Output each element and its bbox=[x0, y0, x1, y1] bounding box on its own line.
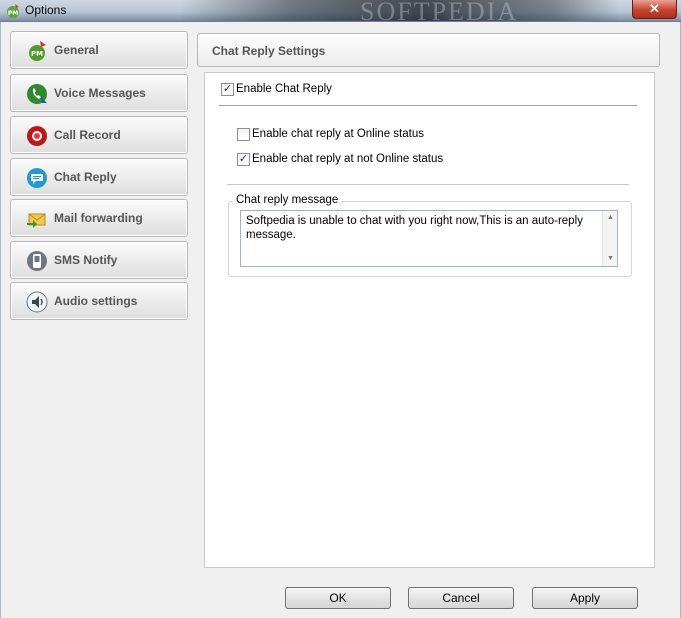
divider bbox=[227, 184, 629, 185]
scroll-up-icon[interactable]: ▲ bbox=[603, 211, 618, 225]
not-online-status-label[interactable]: Enable chat reply at not Online status bbox=[252, 153, 443, 165]
general-pm-icon: PM bbox=[29, 41, 46, 61]
divider bbox=[219, 105, 637, 106]
sidebar-item-label: General bbox=[54, 43, 99, 57]
message-scrollbar[interactable]: ▲ ▼ bbox=[602, 211, 617, 266]
sidebar-item-label: SMS Notify bbox=[54, 253, 118, 267]
enable-chat-reply-label[interactable]: Enable Chat Reply bbox=[236, 83, 332, 95]
sidebar-item-sms-notify[interactable]: SMS Notify bbox=[10, 241, 188, 279]
online-status-label[interactable]: Enable chat reply at Online status bbox=[252, 128, 424, 140]
sidebar-item-chat-reply[interactable]: Chat Reply bbox=[10, 158, 188, 196]
sms-icon bbox=[27, 251, 47, 271]
section-header: Chat Reply Settings bbox=[197, 33, 660, 67]
mail-icon bbox=[27, 213, 46, 228]
phone-icon bbox=[27, 84, 47, 104]
online-status-checkbox[interactable] bbox=[237, 128, 250, 141]
chat-reply-message-label: Chat reply message bbox=[233, 194, 342, 206]
sidebar-item-mail-forwarding[interactable]: Mail forwarding bbox=[10, 199, 188, 237]
chat-reply-message-input[interactable]: Softpedia is unable to chat with you rig… bbox=[240, 210, 618, 267]
scroll-down-icon[interactable]: ▼ bbox=[603, 252, 618, 266]
cancel-button[interactable]: Cancel bbox=[408, 587, 514, 609]
close-button[interactable]: ✕ bbox=[632, 0, 677, 19]
settings-panel bbox=[204, 72, 655, 568]
enable-chat-reply-checkbox[interactable]: ✓ bbox=[221, 83, 234, 96]
ok-button[interactable]: OK bbox=[285, 587, 391, 609]
speaker-icon bbox=[26, 291, 48, 313]
sidebar-item-audio-settings[interactable]: Audio settings bbox=[10, 282, 188, 320]
svg-text:PM: PM bbox=[8, 10, 18, 17]
chat-bubble-icon bbox=[27, 168, 47, 188]
section-title: Chat Reply Settings bbox=[212, 44, 326, 58]
sidebar-item-general[interactable]: PM General bbox=[10, 31, 188, 69]
sidebar-item-call-record[interactable]: Call Record bbox=[10, 116, 188, 154]
chat-reply-message-text[interactable]: Softpedia is unable to chat with you rig… bbox=[246, 214, 591, 242]
sidebar-item-label: Call Record bbox=[54, 128, 121, 142]
not-online-status-checkbox[interactable]: ✓ bbox=[237, 153, 250, 166]
app-icon: PM bbox=[7, 4, 19, 18]
title-bar[interactable]: PM Options SOFTPEDIA ✕ bbox=[0, 0, 681, 22]
apply-button[interactable]: Apply bbox=[532, 587, 638, 609]
sidebar-item-voice-messages[interactable]: Voice Messages bbox=[10, 74, 188, 112]
sidebar-item-label: Voice Messages bbox=[54, 86, 146, 100]
window-title: Options bbox=[25, 3, 67, 17]
sidebar-item-label: Audio settings bbox=[54, 294, 138, 308]
title-watermark: SOFTPEDIA bbox=[360, 0, 519, 22]
sidebar-item-label: Mail forwarding bbox=[54, 211, 143, 225]
svg-text:PM: PM bbox=[31, 50, 43, 58]
record-icon bbox=[27, 126, 47, 146]
sidebar-item-label: Chat Reply bbox=[54, 170, 117, 184]
